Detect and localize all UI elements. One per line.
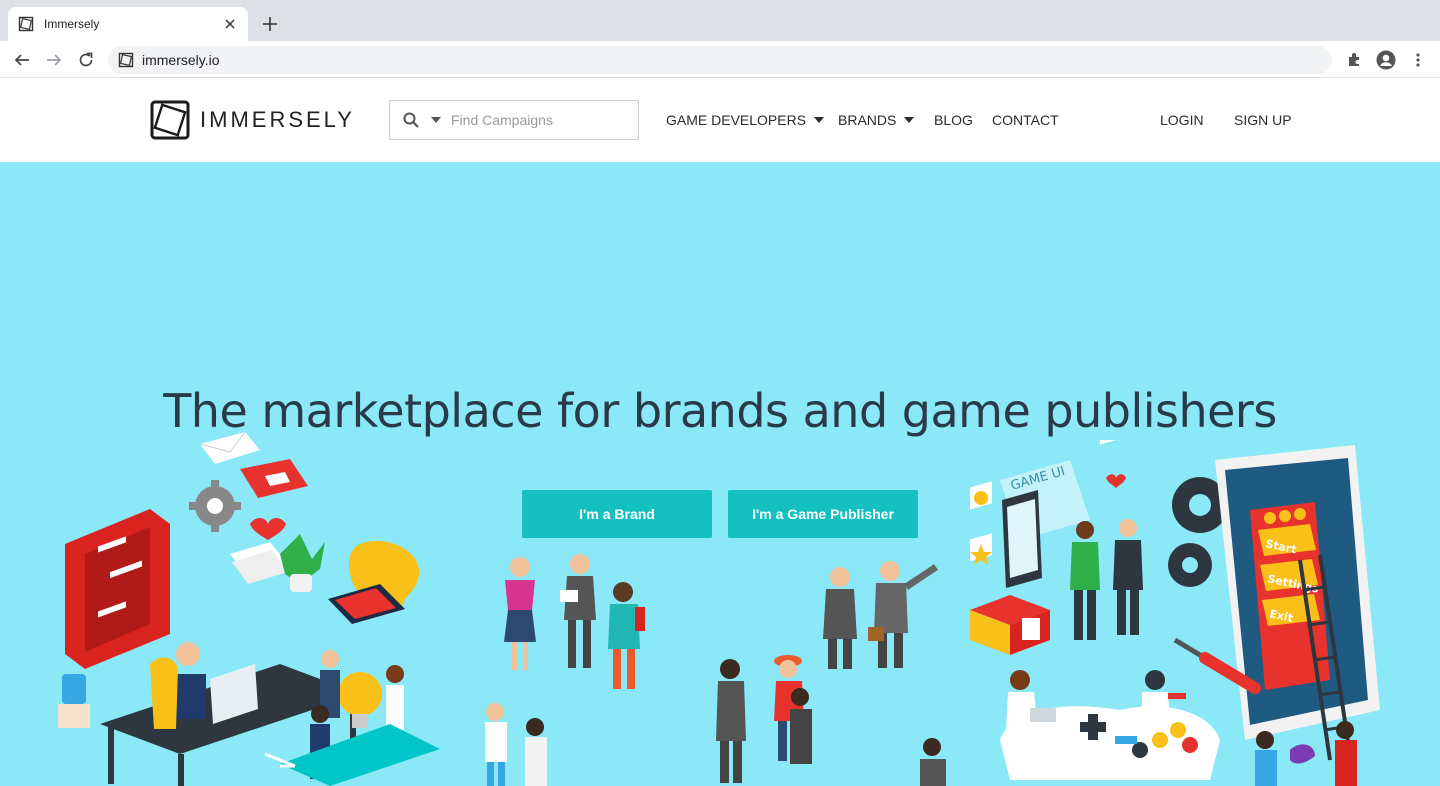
nav-blog-label: BLOG	[934, 112, 973, 128]
address-bar[interactable]: immersely.io	[108, 46, 1332, 74]
nav-signup-label: SIGN UP	[1234, 112, 1292, 128]
nav-game-developers-label: GAME DEVELOPERS	[666, 112, 807, 128]
browser-toolbar: immersely.io	[0, 41, 1440, 78]
forward-arrow-icon[interactable]	[42, 48, 66, 72]
hero-title: The marketplace for brands and game publ…	[163, 384, 1277, 438]
back-arrow-icon[interactable]	[10, 48, 34, 72]
site-favicon-icon	[118, 52, 134, 68]
logo-wordmark: IMMERSELY	[200, 107, 355, 132]
brand-cta-button[interactable]: I'm a Brand	[522, 490, 712, 538]
new-tab-plus-icon[interactable]	[259, 13, 281, 35]
nav-login-label: LOGIN	[1160, 112, 1204, 128]
site-header: IMMERSELY GAME DEVELOPERS BRANDS BLOG CO…	[0, 78, 1440, 162]
search-filter-dropdown-icon[interactable]	[431, 116, 441, 124]
nav-blog[interactable]: BLOG	[934, 112, 973, 128]
browser-tabstrip: Immersely	[0, 0, 1440, 41]
nav-brands-label: BRANDS	[838, 112, 897, 128]
nav-contact-label: CONTACT	[992, 112, 1059, 128]
search-icon	[403, 112, 419, 128]
reload-icon[interactable]	[74, 48, 98, 72]
site-favicon-icon	[18, 16, 34, 32]
tab-title: Immersely	[44, 17, 100, 31]
game-illustration: GAME UI Start Settings Exit	[970, 440, 1380, 786]
close-icon[interactable]	[222, 16, 238, 32]
address-url: immersely.io	[142, 52, 220, 68]
browser-menu-dots-icon[interactable]	[1407, 49, 1429, 71]
browser-tab[interactable]: Immersely	[8, 7, 248, 41]
immersely-logo-icon	[150, 100, 190, 140]
people-group-right	[716, 561, 946, 786]
nav-brands[interactable]: BRANDS	[838, 112, 915, 128]
caret-down-icon	[904, 117, 915, 123]
nav-login[interactable]: LOGIN	[1160, 112, 1204, 128]
people-group-left	[485, 554, 645, 786]
nav-signup[interactable]: SIGN UP	[1234, 112, 1292, 128]
caret-down-icon	[814, 117, 825, 123]
immersely-logo[interactable]: IMMERSELY	[150, 100, 355, 140]
profile-avatar-icon[interactable]	[1375, 49, 1397, 71]
hero-section: GAME UI Start Settings Exit The marketpl…	[0, 162, 1440, 786]
extensions-puzzle-icon[interactable]	[1343, 49, 1365, 71]
search-input[interactable]	[451, 112, 631, 128]
nav-game-developers[interactable]: GAME DEVELOPERS	[666, 112, 825, 128]
office-illustration	[58, 431, 440, 786]
game-publisher-cta-button[interactable]: I'm a Game Publisher	[728, 490, 918, 538]
campaign-search[interactable]	[389, 100, 639, 140]
nav-contact[interactable]: CONTACT	[992, 112, 1059, 128]
